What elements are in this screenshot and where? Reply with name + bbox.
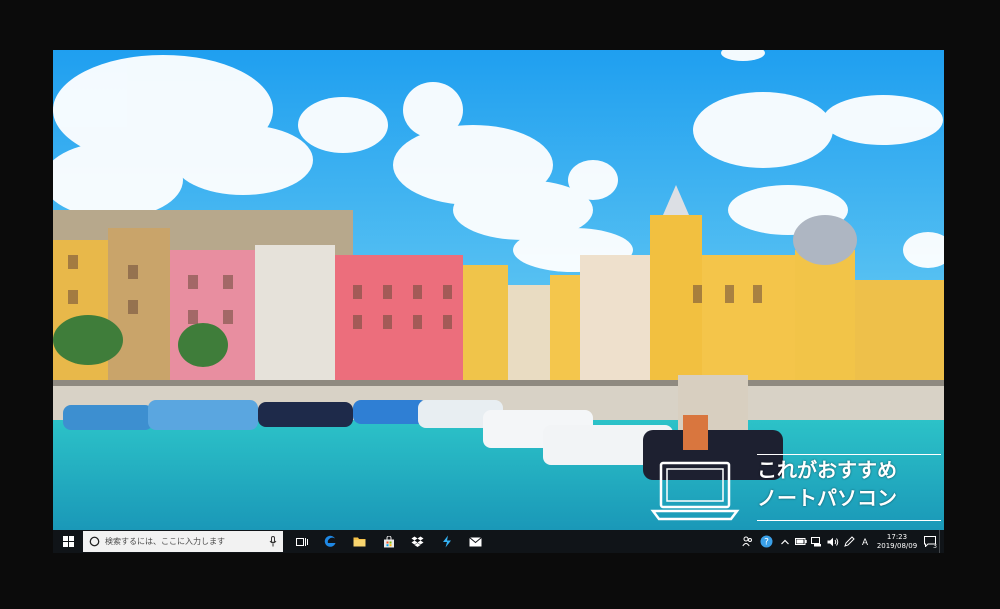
overlay-top-rule (757, 454, 941, 455)
dropbox-button[interactable] (403, 530, 432, 553)
svg-text:?: ? (764, 538, 769, 548)
battery-icon (795, 538, 807, 545)
app-icon (442, 535, 451, 548)
app-button[interactable] (432, 530, 461, 553)
file-explorer-icon (353, 537, 366, 547)
windows-logo-icon (62, 536, 74, 547)
volume-button[interactable] (825, 530, 841, 553)
pen-icon (843, 536, 855, 547)
edge-icon (324, 535, 336, 547)
network-icon (811, 536, 821, 546)
people-button[interactable] (739, 530, 755, 553)
store-icon (383, 535, 394, 547)
clock-date: 2019/08/09 (876, 541, 918, 550)
task-view-icon (295, 537, 308, 546)
overlay-line-2: ノートパソコン (757, 486, 897, 510)
microphone-icon[interactable] (269, 536, 277, 547)
overlay-bottom-rule (757, 520, 941, 521)
network-button[interactable] (809, 530, 825, 553)
chevron-up-icon (781, 539, 789, 544)
people-icon (741, 536, 752, 547)
edge-button[interactable] (316, 530, 345, 553)
taskbar-search-box[interactable]: 検索するには、ここに入力します (83, 531, 283, 552)
clock-time: 17:23 (886, 532, 908, 541)
search-placeholder[interactable]: 検索するには、ここに入力します (105, 536, 264, 547)
battery-button[interactable] (793, 530, 809, 553)
help-button[interactable]: ? (755, 530, 777, 553)
help-icon: ? (760, 535, 772, 548)
overlay-caption: これがおすすめ ノートパソコン (757, 456, 937, 512)
mail-button[interactable] (461, 530, 490, 553)
ime-mode-indicator[interactable]: A (857, 530, 873, 553)
overlay-line-1: これがおすすめ (757, 458, 897, 482)
notification-count: 3 (933, 543, 937, 550)
show-desktop-button[interactable] (939, 530, 944, 553)
speaker-icon (827, 537, 839, 546)
pen-workspace-button[interactable] (841, 530, 857, 553)
desktop-screen: これがおすすめ ノートパソコン 検索するには、ここに入力します ? A 17:2… (53, 50, 944, 553)
mail-icon (469, 536, 482, 546)
store-button[interactable] (374, 530, 403, 553)
system-tray: ? A 17:23 2019/08/09 3 (739, 530, 944, 553)
task-view-button[interactable] (287, 530, 316, 553)
cortana-circle-icon (89, 536, 100, 547)
taskbar: 検索するには、ここに入力します ? A 17:23 2019/08/09 3 (53, 530, 944, 553)
action-center-button[interactable]: 3 (921, 530, 939, 553)
file-explorer-button[interactable] (345, 530, 374, 553)
dropbox-icon (411, 536, 424, 547)
clock-button[interactable]: 17:23 2019/08/09 (873, 533, 921, 551)
laptop-icon (650, 461, 740, 521)
start-button[interactable] (53, 530, 83, 553)
show-hidden-icons-button[interactable] (777, 530, 793, 553)
